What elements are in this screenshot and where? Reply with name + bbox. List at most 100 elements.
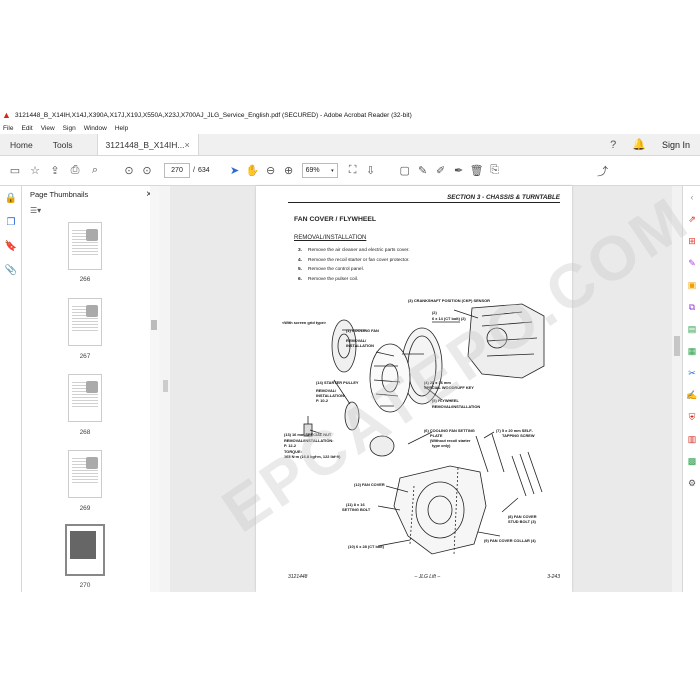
draw-icon[interactable]: ✐ [432,162,450,180]
bookmarks-icon[interactable]: 🔖 [0,234,22,258]
label-ct-bolt: 6 x 14 (CT bolt) (2) [432,316,466,321]
organize-pages-icon[interactable]: ▤ [683,318,700,340]
sign-in-button[interactable]: Sign In [662,140,690,150]
page-heading: FAN COVER / FLYWHEEL [294,216,377,223]
thumbnail-267[interactable] [68,298,102,346]
tab-home[interactable]: Home [0,134,43,155]
menu-edit[interactable]: Edit [21,125,32,132]
page-thumbnails-icon[interactable]: ❐ [0,210,22,234]
zoom-select[interactable]: 69% ▾ [301,163,338,178]
menu-sign[interactable]: Sign [63,125,76,132]
tab-document[interactable]: 3121448_B_X14IH... × [96,134,199,155]
list-item: 3. Remove the air cleaner and electric pa… [298,248,410,253]
list-item: 4. Remove the recoil starter or fan cover… [298,257,410,263]
main-toolbar: ▭ ☆ ⇪ ⎙ ⌕ ⊙ ⊙ 270 / 634 ➤ ✋ ⊖ ⊕ 69% ▾ ⛶ … [0,156,700,186]
label-flywheel: (5) FLYWHEEL [432,398,459,403]
select-cursor-icon[interactable]: ➤ [226,162,244,180]
more-tools-icon[interactable]: ⤴ [594,162,612,180]
window-title: 3121448_B_X14IH,X14J,X390A,X17J,X19J,X55… [15,111,412,119]
zoom-in-icon[interactable]: ⊕ [280,162,298,180]
section-header: SECTION 3 - CHASSIS & TURNTABLE [288,194,560,203]
footer-page-number: 3-243 [547,574,560,580]
thumbnail-options-icon[interactable]: ☰▾ [30,206,41,215]
menu-view[interactable]: View [41,125,55,132]
label-ct-bolt-28: (10) 6 x 28 (CT bolt) [348,544,385,549]
document-scrollbar[interactable] [672,186,682,592]
label-flywheel-removal: REMOVAL/INSTALLATION [432,404,480,409]
highlight-icon[interactable]: ✎ [414,162,432,180]
scroll-mode-icon[interactable]: ⇩ [362,162,380,180]
label-setting-plate-4: type only) [432,443,451,448]
label-starter-pulley: (14) STARTER PULLEY [316,380,359,385]
footer-doc-number: 3121448 [288,574,308,580]
lock-icon[interactable]: 🔒 [0,186,22,210]
delete-icon[interactable]: 🗑 [468,162,486,180]
bookmark-star-icon[interactable]: ☆ [26,162,44,180]
page-total: 634 [197,167,210,174]
attach-icon[interactable]: ⎘ [486,162,504,180]
page-subheading: REMOVAL/INSTALLATION [294,235,367,241]
thumbnail-266[interactable] [68,222,102,270]
tab-tools[interactable]: Tools [43,134,83,155]
pdf-page: SECTION 3 - CHASSIS & TURNTABLE FAN COVE… [256,186,572,592]
save-icon[interactable]: ▭ [6,162,24,180]
hand-tool-icon[interactable]: ✋ [244,162,262,180]
menu-help[interactable]: Help [115,125,128,132]
thumbnail-label: 270 [79,582,91,589]
protect-icon[interactable]: ⛨ [683,406,700,428]
label-pulley-page: P. 10-2 [316,398,329,403]
thumbnail-270-selected[interactable] [65,524,105,576]
panel-title: Page Thumbnails [30,189,89,199]
export-pdf-icon[interactable]: ⇗ [683,208,700,230]
thumbnail-268[interactable] [68,374,102,422]
redact-icon[interactable]: ✂ [683,362,700,384]
thumbnail-label: 269 [79,505,91,512]
edit-pdf-icon[interactable]: ✎ [683,252,700,274]
page-number-input[interactable]: 270 [164,163,190,178]
menu-file[interactable]: File [3,125,13,132]
zoom-out-icon[interactable]: ⊖ [262,162,280,180]
sign-icon[interactable]: ✒ [450,162,468,180]
comment-icon[interactable]: ▢ [396,162,414,180]
menu-window[interactable]: Window [84,125,107,132]
document-viewer: SECTION 3 - CHASSIS & TURNTABLE FAN COVE… [170,186,682,592]
fill-sign-icon[interactable]: ✍ [683,384,700,406]
menu-bar: File Edit View Sign Window Help [0,122,700,134]
next-page-icon[interactable]: ⊙ [138,162,156,180]
label-stud-bolt-2: STUD BOLT (3) [508,519,537,524]
combine-files-icon[interactable]: ⧉ [683,296,700,318]
acrobat-logo-icon: ▲ [2,109,11,120]
compress-icon[interactable]: ▦ [683,340,700,362]
list-item: 5. Remove the control panel. [298,267,364,273]
label-special-nut: (13) 16 mm SPECIAL NUT [284,432,332,437]
thumbnail-label: 266 [79,276,91,283]
label-torque-value: 165 N·m (16.8 kgf·m, 122 lbf·ft) [284,454,341,459]
tab-close-icon[interactable]: × [184,140,189,150]
search-icon[interactable]: ⌕ [86,162,104,180]
rich-media-icon[interactable]: ▩ [683,450,700,472]
expand-tools-icon[interactable]: ‹ [683,186,700,208]
create-pdf-icon[interactable]: ⊞ [683,230,700,252]
attachments-icon[interactable]: 📎 [0,258,22,282]
tab-document-label: 3121448_B_X14IH... [105,139,185,150]
fit-page-icon[interactable]: ⛶ [344,162,362,180]
acrobat-window: ▲ 3121448_B_X14IH,X14J,X390A,X17J,X19J,X… [0,108,700,592]
page-footer: 3121448 – JLG Lift – 3-243 [288,574,560,580]
label-woodruff-key: SPECIAL WOODRUFF KEY [424,385,474,390]
help-icon[interactable]: ? [610,139,616,151]
collapse-panel-handle[interactable] [163,380,168,392]
notifications-icon[interactable]: 🔔 [632,138,646,151]
upload-icon[interactable]: ⇪ [46,162,64,180]
send-comments-icon[interactable]: ▥ [683,428,700,450]
comment-tool-icon[interactable]: ▣ [683,274,700,296]
thumbnail-269[interactable] [68,450,102,498]
print-icon[interactable]: ⎙ [66,162,84,180]
step-list: 3. Remove the air cleaner and electric pa… [298,246,410,284]
more-tools-wrench-icon[interactable]: ⚙ [683,472,700,494]
label-nut-page: P. 12-2 [284,443,297,448]
thumbnails-scrollbar[interactable] [150,186,159,592]
label-cooling-fan: (1) COOLING FAN [346,328,379,333]
left-navigation-rail: 🔒 ❐ 🔖 📎 [0,186,22,592]
previous-page-icon[interactable]: ⊙ [120,162,138,180]
thumbnails-panel: Page Thumbnails × ☰▾ 266 267 268 269 270 [22,186,159,592]
